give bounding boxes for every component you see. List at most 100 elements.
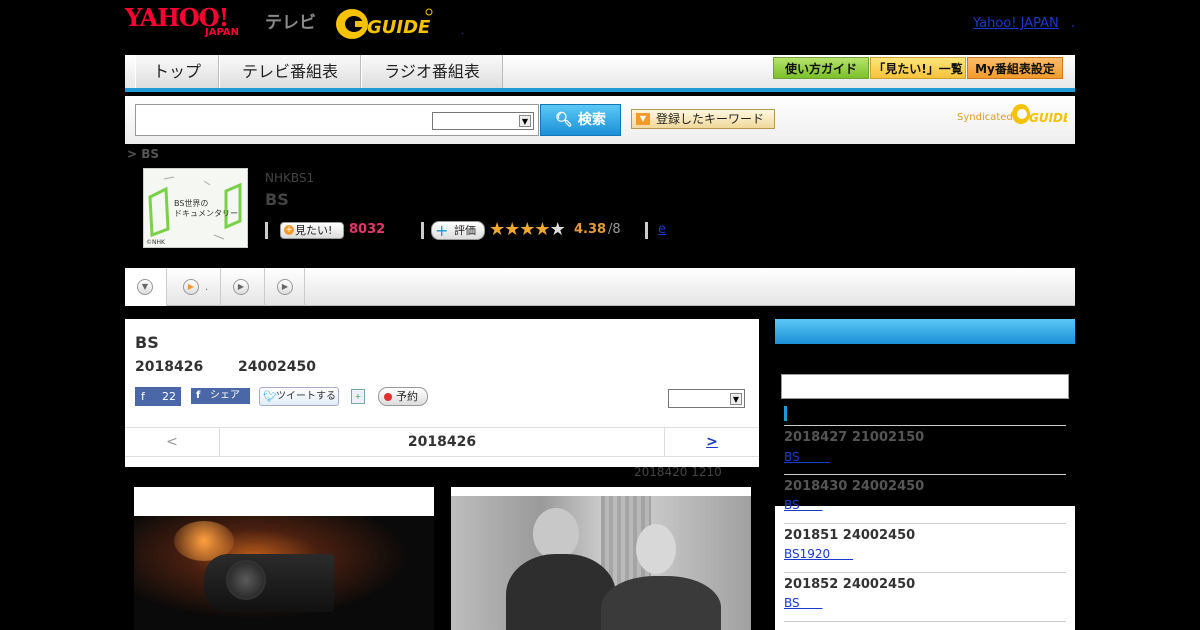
tweet-button[interactable]: 🐦︎ ツイートする [259,387,339,406]
tab-2-dot: . [205,282,209,293]
thumbnail-title: BS世界の ドキュメンタリー [174,199,238,218]
next-date-button[interactable]: > [664,428,759,456]
star-icon: ★ [504,219,520,240]
reserve-button[interactable]: 予約 [378,387,428,406]
facebook-share-button[interactable]: f シェア [191,388,250,404]
divider [784,621,1066,622]
bookmark-add-icon[interactable]: + [351,389,365,404]
broadcast-time: 24002450 [238,359,316,375]
broadcast-panel: BS 2018426 24002450 f 22 f シェア 🐦︎ ツイートする… [125,319,759,467]
update-timestamp: 2018420 1210 [634,465,722,479]
episode-date: 201852 24002450 [784,577,916,592]
current-date: 2018426 [407,434,477,450]
search-icon: 🔍︎ [555,112,573,128]
person-body [601,576,721,630]
star-icon: ★ [519,219,535,240]
person-head [533,508,579,560]
want-to-watch-button[interactable]: + 見たい! [280,222,344,239]
separator [421,222,424,239]
tab-3[interactable]: ▶ [221,268,265,306]
yahoo-japan-sublogo: JAPAN [205,27,239,38]
watchlist-button[interactable]: 「見たい!」一覧 [870,57,966,79]
star-icon: ★ [549,219,566,240]
chevron-down-icon: ▼ [730,393,742,405]
chevron-down-icon: ▼ [519,115,531,127]
facebook-share-label: シェア [210,390,240,401]
locomotive-image[interactable] [134,516,434,630]
sidebar-input[interactable] [781,374,1069,399]
sidebar-header [775,319,1075,344]
search-button[interactable]: 🔍︎ 検索 [540,104,621,136]
episode-date: 2018427 21002150 [784,430,925,445]
plus-icon: + [284,225,294,235]
tab-2[interactable]: ▶. [167,268,221,306]
previous-date-button[interactable]: < [125,428,220,456]
separator [265,222,268,239]
gguide-logo[interactable]: GUIDE [335,7,433,41]
search-category-select[interactable]: ▼ [432,112,534,130]
play-icon: ▶ [233,279,249,295]
divider [784,523,1066,524]
program-thumbnail: BS世界の ドキュメンタリー ©NHK [143,168,248,248]
record-dot-icon [384,393,392,401]
episode-link[interactable]: BS [784,450,830,464]
tab-radio-listings[interactable]: ラジオ番組表 [361,55,503,88]
svg-text:GUIDE: GUIDE [1029,111,1067,125]
extra-link[interactable]: e [658,222,666,237]
rate-label: 評価 [454,224,476,237]
episode-date: 201851 24002450 [784,528,916,543]
divider [784,474,1066,475]
image-2-header [451,487,751,496]
tv-logo-text[interactable]: テレビ [265,8,316,33]
syndicated-label: Syndicated [957,112,1013,123]
rate-button[interactable]: + 評価 [431,221,485,240]
rating-max: /8 [608,222,621,237]
my-listings-settings-button[interactable]: My番組表設定 [967,57,1063,79]
saved-keywords-button[interactable]: ▼ 登録したキーワード [631,109,775,129]
breadcrumb[interactable]: > BS [127,147,159,161]
chevron-down-icon: ▼ [137,279,153,295]
star-icon: ★ [489,219,505,240]
search-bar: ▼ 🔍︎ 検索 ▼ 登録したキーワード Syndicated GUIDE [125,96,1075,144]
tab-4[interactable]: ▶ [265,268,305,306]
tab-top[interactable]: トップ [135,55,219,88]
program-tabs: ▼ ▶. ▶ ▶ [125,268,1075,306]
broadcast-date: 2018426 [135,359,204,375]
calendar-select[interactable]: ▼ [668,389,745,408]
star-rating: ★★★★★ [489,219,566,240]
facebook-like-button[interactable]: f 22 [135,387,181,406]
person-body [506,554,616,630]
date-navigation: < 2018426 > [125,427,759,457]
tab-tv-listings[interactable]: テレビ番組表 [219,55,361,88]
main-nav: トップ テレビ番組表 ラジオ番組表 使い方ガイド 「見たい!」一覧 My番組表設… [125,55,1075,92]
header-dot-right: . [1071,16,1076,31]
rating-value: 4.38 [574,222,607,237]
historical-photo-image[interactable] [451,496,751,630]
episode-link[interactable]: BS [784,596,823,610]
section-marker [784,406,787,421]
play-icon: ▶ [183,279,199,295]
person-head [636,524,676,574]
episode-date: 2018430 24002450 [784,479,925,494]
star-icon: ★ [534,219,550,240]
tab-1[interactable]: ▼ [125,268,167,306]
header-dot: . [461,24,465,37]
divider [784,572,1066,573]
episode-link[interactable]: BS [784,498,823,512]
broadcast-title: BS [135,333,159,352]
image-1-header [134,487,434,516]
divider [784,425,1066,426]
facebook-like-count: 22 [162,390,176,403]
episode-link[interactable]: BS1920 [784,547,853,561]
reserve-label: 予約 [396,390,418,403]
svg-text:GUIDE: GUIDE [367,17,431,38]
page: YAHOO! JAPAN テレビ GUIDE . Yahoo! JAPAN . … [0,0,1200,630]
locomotive-front [226,560,266,600]
plus-icon: + [435,221,449,240]
play-icon: ▶ [277,279,293,295]
program-title: BS [265,190,289,209]
want-to-watch-label: 見たい! [295,224,333,237]
channel-name: NHKBS1 [265,171,315,185]
yahoo-japan-link[interactable]: Yahoo! JAPAN [973,16,1059,31]
usage-guide-button[interactable]: 使い方ガイド [773,57,869,79]
